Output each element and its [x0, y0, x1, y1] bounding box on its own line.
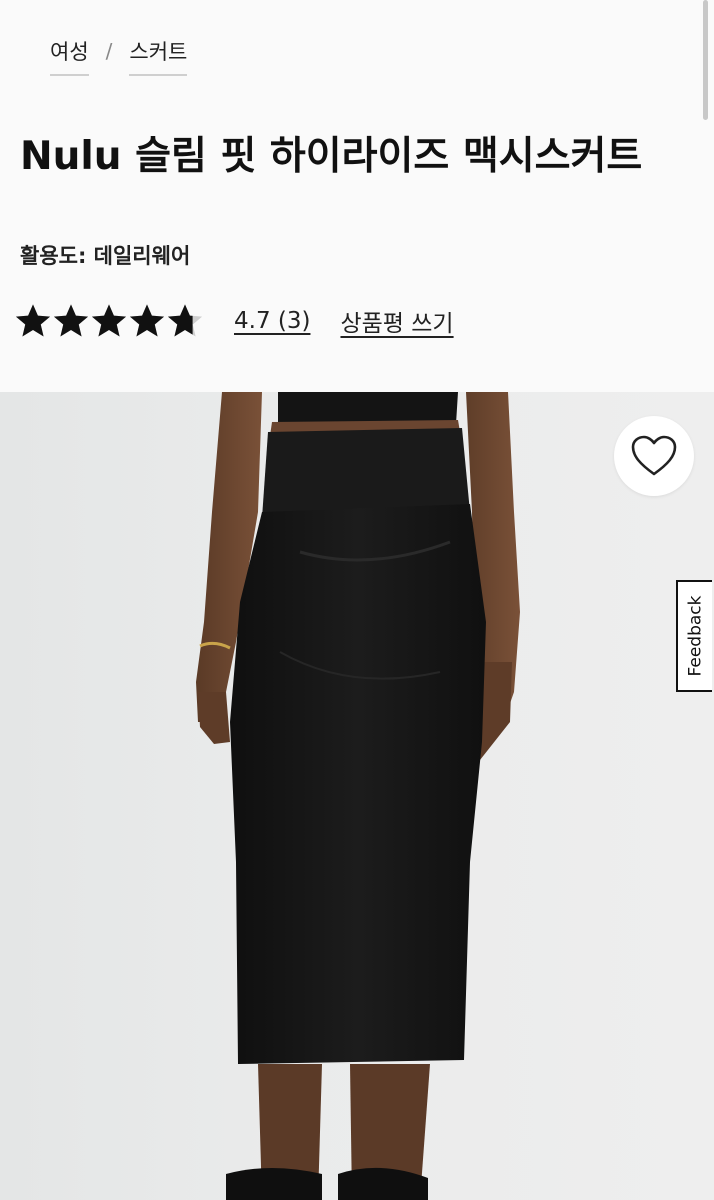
scrollbar[interactable] [703, 0, 708, 120]
breadcrumb-women[interactable]: 여성 [50, 36, 89, 76]
skirt-body [230, 504, 486, 1064]
star-icon [53, 304, 89, 337]
left-hand [198, 692, 230, 744]
star-icon [129, 304, 165, 337]
star-icon [15, 304, 51, 337]
write-review-link[interactable]: 상품평 쓰기 [340, 304, 453, 338]
left-sandal [226, 1168, 322, 1200]
star-icon [167, 304, 203, 337]
breadcrumb: 여성 / 스커트 [50, 36, 188, 76]
breadcrumb-separator: / [105, 39, 113, 63]
skirt-waistband [262, 428, 470, 518]
feedback-label: Feedback [685, 595, 705, 677]
star-icon [91, 304, 127, 337]
heart-outline-icon [631, 435, 677, 476]
product-photo [196, 392, 520, 1200]
product-title: Nulu 슬림 핏 하이라이즈 맥시스커트 [20, 134, 643, 179]
rating-stars [14, 302, 204, 340]
product-image [0, 392, 714, 1200]
product-activity: 활용도: 데일리웨어 [20, 244, 191, 268]
wishlist-button[interactable] [614, 416, 694, 496]
rating-row: 4.7 (3) 상품평 쓰기 [14, 296, 454, 346]
breadcrumb-skirts[interactable]: 스커트 [129, 36, 188, 76]
feedback-tab[interactable]: Feedback [676, 580, 712, 692]
rating-reviews-link[interactable]: 4.7 (3) [234, 308, 310, 334]
